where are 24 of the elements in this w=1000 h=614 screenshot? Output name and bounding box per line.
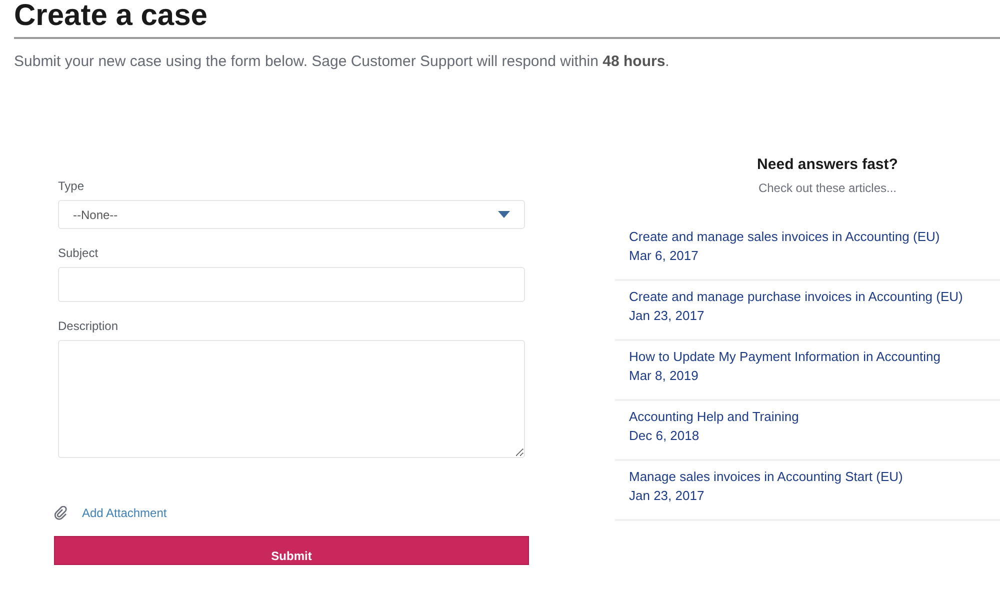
paperclip-icon: [54, 506, 68, 520]
type-dropdown[interactable]: --None--: [58, 200, 525, 229]
subject-field[interactable]: [58, 267, 525, 302]
article-date: Mar 8, 2019: [629, 368, 700, 383]
article-link[interactable]: Accounting Help and Training: [629, 409, 986, 424]
field-label: Type: [58, 179, 86, 193]
field-label: Subject: [58, 246, 100, 260]
article-link[interactable]: Create and manage sales invoices in Accounting (EU): [629, 229, 986, 244]
intro-text: Submit your new case using the form below. Sage Customer Support will respond within 48 hours.: [14, 53, 670, 70]
article-link[interactable]: Manage sales invoices in Accounting Start (EU): [629, 469, 986, 484]
article-link[interactable]: How to Update My Payment Information in Accounting: [629, 349, 986, 364]
description-field[interactable]: [58, 340, 525, 458]
article-link[interactable]: Create and manage purchase invoices in Accounting (EU): [629, 289, 986, 304]
add-attachment-link[interactable]: Add Attachment: [82, 506, 167, 520]
article-date: Mar 6, 2017: [629, 248, 700, 263]
article-date: Dec 6, 2018: [629, 428, 700, 443]
page-title: Create a case: [14, 0, 208, 34]
submit-button[interactable]: Submit: [54, 536, 529, 565]
article-date: Jan 23, 2017: [629, 488, 706, 503]
sidebar-subheading: Check out these articles...: [757, 181, 898, 195]
field-label: Description: [58, 319, 120, 333]
article-date: Jan 23, 2017: [629, 308, 706, 323]
caret-icon: [498, 210, 510, 218]
sidebar-heading: Need answers fast?: [756, 156, 899, 173]
